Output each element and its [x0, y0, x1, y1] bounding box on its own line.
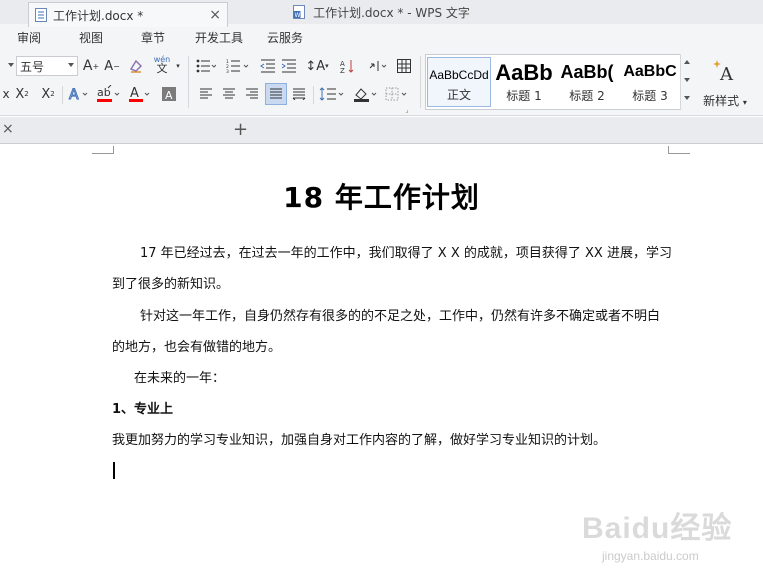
sort-icon[interactable]: AZ [337, 56, 357, 76]
phonetic-guide-bottom: 文 [156, 62, 168, 75]
character-shading-icon[interactable]: A [160, 84, 178, 104]
align-left-icon[interactable] [197, 84, 215, 104]
text-cursor [113, 462, 115, 479]
svg-text:A: A [69, 87, 79, 102]
distributed-align-icon[interactable] [290, 84, 308, 104]
numbered-list-icon[interactable]: 123 [224, 56, 252, 76]
line-spacing-icon[interactable] [318, 84, 346, 104]
svg-text:Z: Z [340, 67, 345, 74]
style-normal[interactable]: AaBbCcDd 正文 [427, 57, 491, 107]
grow-font-icon[interactable]: A + [82, 56, 100, 76]
style-name-heading-2: 标题 2 [569, 89, 605, 103]
document-paragraph: 17 年已经过去，在过去一年的工作中，我们取得了 X X 的成就，项目获得了 X… [112, 246, 672, 292]
ribbon-toolbar: 五号 A + A − wén 文 ▾ 123 ↕A ▾ AZ x X2 X2 A ab [0, 50, 763, 116]
gallery-expand-icon[interactable] [684, 96, 690, 100]
decrease-indent-icon[interactable] [258, 56, 278, 76]
increase-indent-icon[interactable] [279, 56, 299, 76]
menu-developer-tools[interactable]: 开发工具 [195, 29, 243, 46]
close-tab-icon[interactable]: × [209, 7, 221, 23]
document-tab-active[interactable]: 工作计划.docx * × [28, 2, 228, 27]
svg-text:A: A [165, 89, 173, 102]
character-spacing-icon[interactable]: ↕A ▾ [304, 56, 330, 76]
subscript-icon[interactable]: X2 [38, 84, 58, 104]
document-title: 18 年工作计划 [283, 181, 480, 214]
highlight-color-icon[interactable]: ab [95, 84, 123, 104]
menu-bar: 审阅 视图 章节 开发工具 云服务 [0, 24, 763, 50]
new-style-button[interactable]: A 新样式 ▾ [697, 54, 753, 110]
svg-text:W: W [295, 12, 301, 19]
clear-format-icon[interactable] [127, 56, 145, 76]
phonetic-guide-icon[interactable]: wén 文 [150, 54, 174, 74]
svg-text:3: 3 [226, 69, 229, 73]
ribbon-separator [62, 86, 63, 104]
superscript-icon[interactable]: X2 [12, 84, 32, 104]
document-paragraph: 我更加努力的学习专业知识，加强自身对工作内容的了解，做好学习专业知识的计划。 [112, 433, 607, 448]
table-grid-icon[interactable] [396, 56, 412, 76]
close-icon[interactable]: × [2, 121, 14, 137]
font-size-select[interactable]: 五号 [16, 56, 78, 76]
chevron-up-icon[interactable] [684, 60, 690, 64]
chevron-down-icon[interactable] [684, 78, 690, 82]
menu-review[interactable]: 审阅 [17, 29, 41, 46]
font-color-icon[interactable]: A [127, 84, 153, 104]
ribbon-separator [420, 56, 421, 108]
page-corner-mark [92, 146, 114, 154]
svg-text:A: A [719, 64, 734, 82]
window-title: 工作计划.docx * - WPS 文字 [313, 5, 470, 20]
style-name-heading-1: 标题 1 [506, 89, 542, 103]
ribbon-separator [313, 86, 314, 104]
document-heading: 1、专业上 [112, 402, 174, 417]
document-paragraph: 针对这一年工作，自身仍然存有很多的的不足之处，工作中，仍然有许多不确定或者不明白… [112, 309, 661, 355]
document-tab-label: 工作计划.docx * [53, 8, 144, 23]
menu-cloud-service[interactable]: 云服务 [267, 29, 303, 46]
bullet-list-icon[interactable] [194, 56, 218, 76]
chevron-down-icon [68, 63, 74, 67]
justify-icon[interactable] [265, 83, 287, 105]
align-right-icon[interactable] [243, 84, 261, 104]
watermark-brand: Baidu经验 [582, 512, 733, 545]
text-effect-icon[interactable]: A [66, 84, 92, 104]
style-heading-2[interactable]: AaBb( 标题 2 [555, 57, 619, 107]
svg-text:A: A [130, 86, 139, 101]
style-name-normal: 正文 [446, 88, 471, 102]
style-heading-1[interactable]: AaBb 标题 1 [492, 57, 556, 107]
styles-gallery: AaBbCcDd 正文 AaBb 标题 1 AaBb( 标题 2 AaBbC 标… [425, 54, 693, 110]
style-heading-3[interactable]: AaBbC 标题 3 [618, 57, 682, 107]
style-sample-heading-2: AaBb( [560, 62, 614, 82]
styles-gallery-scroll[interactable] [680, 54, 693, 110]
ribbon-separator [188, 56, 189, 108]
watermark-url: jingyan.baidu.com [602, 549, 699, 563]
style-name-heading-3: 标题 3 [632, 89, 668, 103]
shrink-font-icon[interactable]: A − [103, 56, 121, 76]
new-tab-icon[interactable]: + [233, 119, 248, 140]
document-tab-strip [0, 117, 763, 144]
align-center-icon[interactable] [220, 84, 238, 104]
menu-view[interactable]: 视图 [79, 29, 103, 46]
paragraph-mark-icon[interactable] [366, 56, 392, 76]
page-corner-mark [668, 146, 690, 154]
font-size-value: 五号 [20, 59, 45, 74]
chevron-down-icon[interactable]: ▾ [174, 62, 182, 70]
new-style-icon: A [712, 58, 738, 85]
menu-section[interactable]: 章节 [141, 29, 165, 46]
style-sample-heading-3: AaBbC [623, 63, 677, 80]
wps-document-icon [35, 8, 47, 22]
document-paragraph: 在未来的一年： [134, 371, 226, 386]
style-sample-heading-1: AaBb [495, 60, 553, 85]
new-style-label: 新样式 ▾ [703, 94, 747, 108]
paragraph-settings-launcher-icon[interactable]: ⌟ [403, 106, 411, 114]
chevron-down-icon[interactable]: x [0, 84, 12, 104]
wps-document-icon: W [293, 5, 306, 19]
font-name-dropdown-arrow[interactable] [8, 63, 14, 67]
borders-icon[interactable] [384, 84, 412, 104]
baidu-jingyan-watermark: Baidu经验 jingyan.baidu.com [582, 495, 752, 570]
paragraph-shading-icon[interactable] [352, 84, 380, 104]
style-sample-normal: AaBbCcDd [429, 68, 489, 82]
